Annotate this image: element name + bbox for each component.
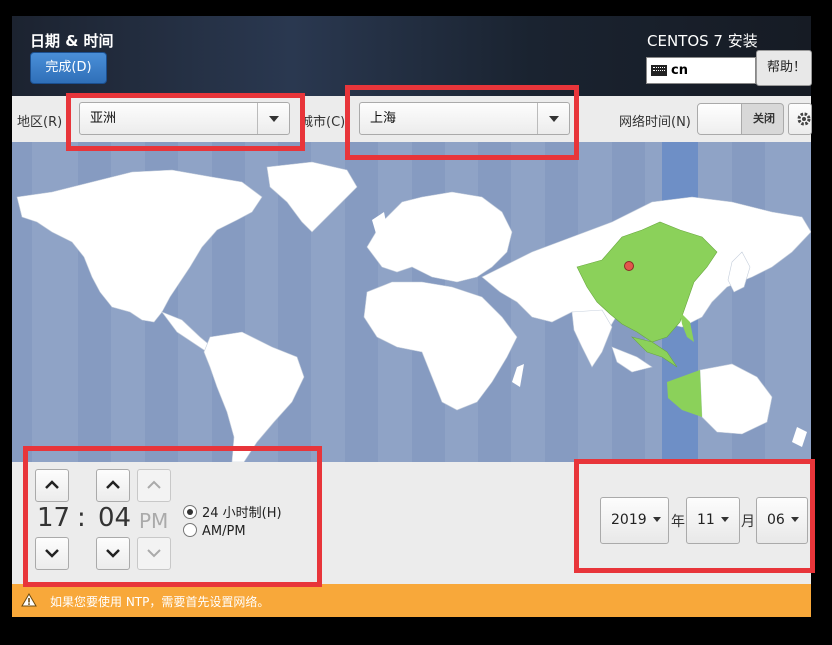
keyboard-icon: [651, 65, 667, 76]
header-bar: [12, 16, 811, 96]
network-time-switch[interactable]: 关闭: [697, 103, 784, 135]
keyboard-layout-indicator[interactable]: cn: [646, 57, 756, 84]
switch-knob: [698, 104, 742, 134]
help-button[interactable]: 帮助！: [756, 50, 812, 86]
selected-city-marker: [624, 261, 634, 271]
keyboard-layout-label: cn: [671, 63, 688, 78]
highlight-region-box: [66, 93, 305, 151]
highlight-date-box: [574, 459, 815, 573]
done-button[interactable]: 完成(D): [30, 52, 107, 84]
gear-icon: [797, 112, 811, 126]
world-map: [12, 142, 811, 462]
highlight-city-box: [345, 85, 579, 160]
highlight-time-box: [23, 446, 322, 587]
page-title: 日期 & 时间: [30, 32, 114, 50]
network-time-label: 网络时间(N): [619, 115, 691, 130]
warning-bar: 如果您要使用 NTP，需要首先设置网络。: [12, 584, 811, 617]
switch-state: 关闭: [753, 112, 775, 125]
city-label: 城市(C): [300, 115, 346, 130]
warning-icon: [21, 593, 37, 607]
warning-text: 如果您要使用 NTP，需要首先设置网络。: [50, 595, 270, 609]
ntp-settings-button[interactable]: [788, 103, 812, 135]
timezone-map[interactable]: [12, 142, 811, 462]
product-title: CENTOS 7 安装: [647, 32, 758, 50]
region-label: 地区(R): [17, 115, 63, 130]
